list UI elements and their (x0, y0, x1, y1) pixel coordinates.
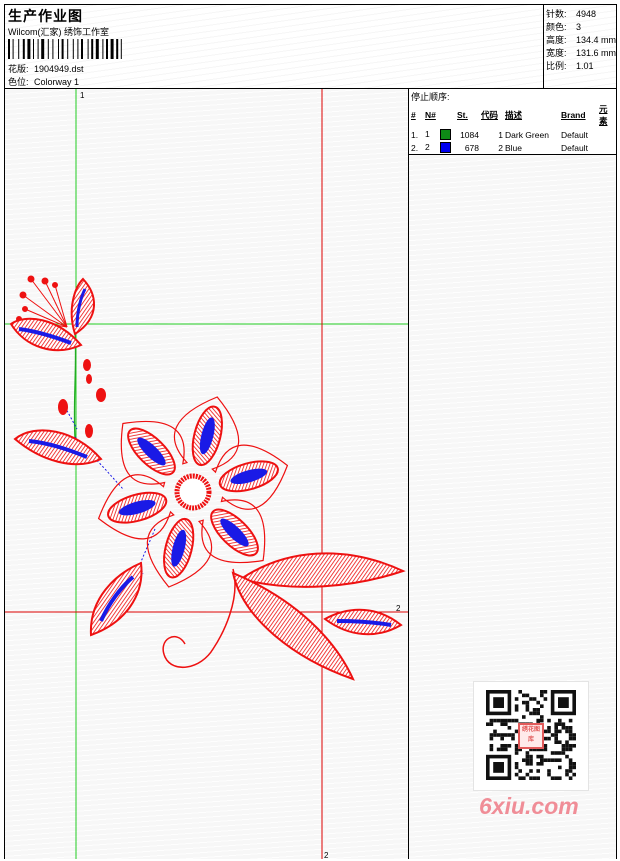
table-row[interactable]: 2. 2 678 2 Blue Default (411, 141, 616, 154)
pattern-file: 花版: 1904949.dst (8, 64, 84, 74)
color-swatch (440, 129, 452, 141)
barcode-icon (8, 39, 122, 59)
design-stats: 针数: 4948 颜色: 3 高度: 134.4 mm 宽度: 131.6 mm 比例:… (543, 5, 616, 89)
row-number: 2 (425, 141, 430, 152)
flower-petal (210, 508, 259, 557)
cell-idx: 2. (411, 142, 419, 153)
cell-idx: 1. (411, 129, 419, 140)
site-watermark: 6xiu.com (479, 793, 579, 819)
cell-code: 1 (498, 129, 503, 140)
table-row[interactable]: 1. 1 1084 1 Dark Green Default (411, 128, 616, 141)
stat-stitches: 针数: 4948 (546, 9, 597, 19)
buds (58, 359, 106, 438)
stop-sequence-panel: 停止顺序: # N# St. 代码 描述 Brand 元素 1. 1 1084 1 D… (409, 89, 616, 167)
studio-name: Wilcom(汇家) 绣饰工作室 (8, 27, 109, 37)
page-title: 生产作业图 (8, 8, 83, 24)
design-canvas[interactable]: 1 2 2 (5, 89, 409, 859)
right-upper-leaf (238, 552, 406, 588)
stop-sequence-title: 停止顺序: (411, 92, 450, 102)
table-header-row: # N# St. 代码 描述 Brand 元素 (411, 104, 608, 126)
qr-code: 绣花图库 (473, 681, 589, 791)
stat-colors: 颜色: 3 (546, 22, 582, 32)
cell-brand: Default (561, 142, 588, 153)
right-small-leaf (323, 608, 403, 636)
row-number: 1 (425, 128, 430, 139)
cell-st: 1084 (460, 129, 479, 140)
flower-center (174, 473, 212, 511)
stat-height: 高度: 134.4 mm (546, 35, 617, 45)
colorway: 色位: Colorway 1 (8, 77, 80, 87)
guide-label-red-h: 2 (396, 604, 401, 613)
production-worksheet: 生产作业图 Wilcom(汇家) 绣饰工作室 花版: 1904949.dst 色位… (4, 4, 617, 859)
guide-label-red-v: 2 (324, 851, 329, 859)
cell-code: 2 (498, 142, 503, 153)
stat-width: 宽度: 131.6 mm (546, 48, 617, 58)
cell-desc: Dark Green (505, 129, 549, 140)
guide-label-green: 1 (80, 91, 85, 100)
cell-desc: Blue (505, 142, 523, 153)
worksheet-header: 生产作业图 Wilcom(汇家) 绣饰工作室 花版: 1904949.dst 色位… (5, 5, 616, 89)
top-leaf-left (9, 317, 83, 352)
curl-stem (162, 568, 236, 668)
cell-brand: Default (561, 129, 588, 140)
cell-st: 678 (464, 142, 479, 153)
color-swatch (440, 142, 452, 154)
watermark-seal: 绣花图库 (518, 723, 544, 749)
embroidery-design: 1 2 2 (5, 89, 408, 859)
flower-petal (127, 427, 176, 476)
bottom-left-leaf (89, 561, 143, 637)
main-flower (97, 396, 289, 588)
top-leaf-right (70, 277, 95, 336)
stat-scale: 比例: 1.01 (546, 61, 594, 71)
